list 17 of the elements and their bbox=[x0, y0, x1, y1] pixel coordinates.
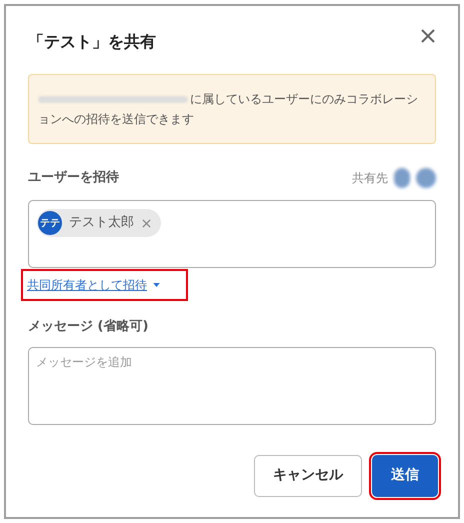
avatar-icon[interactable] bbox=[394, 168, 410, 188]
message-field[interactable]: メッセージを追加 bbox=[28, 346, 436, 424]
shared-with-label: 共有先 bbox=[352, 170, 388, 187]
close-icon[interactable] bbox=[142, 218, 151, 228]
dialog-title: 「テスト」を共有 bbox=[28, 31, 156, 53]
avatar-icon: テテ bbox=[38, 211, 62, 235]
cancel-button[interactable]: キャンセル bbox=[254, 454, 362, 496]
caret-icon bbox=[153, 283, 160, 287]
notice-text: に属しているユーザーにのみコラボレーションへの招待を送信できます bbox=[38, 91, 419, 128]
message-label: メッセージ (省略可) bbox=[28, 318, 150, 336]
chip-name: テスト太郎 bbox=[69, 214, 134, 232]
invite-field[interactable]: テテ テスト太郎 bbox=[28, 200, 436, 268]
avatar-icon[interactable] bbox=[416, 168, 436, 188]
invite-label: ユーザーを招待 bbox=[28, 169, 119, 188]
role-dropdown-link[interactable]: 共同所有者として招待 bbox=[23, 271, 186, 299]
send-button[interactable]: 送信 bbox=[372, 454, 438, 496]
user-chip[interactable]: テテ テスト太郎 bbox=[37, 209, 161, 237]
